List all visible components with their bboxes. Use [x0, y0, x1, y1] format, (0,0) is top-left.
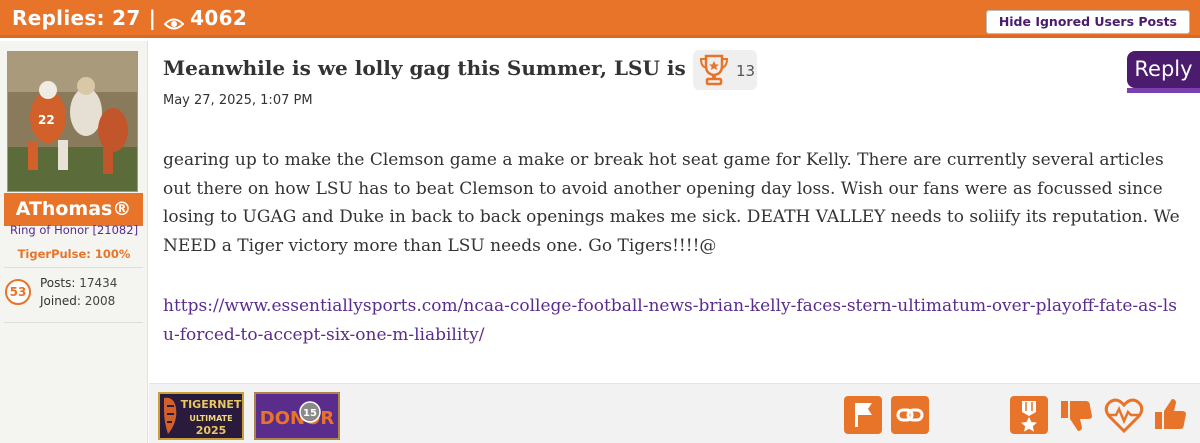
award-medal-button[interactable] — [1006, 392, 1052, 438]
thumbs-down-button[interactable] — [1054, 392, 1100, 438]
eye-icon — [163, 12, 185, 30]
thumbs-up-icon — [1148, 392, 1194, 438]
ultimate-word: ULTIMATE — [189, 414, 232, 423]
posts-count: 17434 — [79, 276, 118, 290]
user-level-badge: 53 — [5, 279, 31, 305]
trophy-count: 13 — [736, 62, 756, 80]
ring-of-honor[interactable]: Ring of Honor [21082] — [0, 223, 148, 237]
user-stats: 53 Posts: 17434 Joined: 2008 — [4, 267, 143, 323]
avatar[interactable]: 22 — [7, 51, 138, 192]
post-body: gearing up to make the Clemson game a ma… — [163, 150, 1180, 256]
tigerpulse-rating: TigerPulse: 100% — [17, 247, 131, 261]
reply-button[interactable]: Reply — [1127, 51, 1200, 88]
thread-header-bar: Replies: 27 | 4062 Hide Ignored Users Po… — [0, 0, 1200, 38]
posts-stat: Posts: 17434 — [40, 276, 117, 290]
report-flag-button[interactable] — [840, 392, 886, 438]
username[interactable]: AThomas® — [4, 193, 143, 226]
replies-count: Replies: 27 — [12, 6, 141, 30]
post-date: May 27, 2025, 1:07 PM — [163, 93, 313, 108]
flag-icon — [840, 392, 886, 438]
link-icon — [887, 392, 933, 438]
heartbeat-icon — [1101, 392, 1147, 438]
posts-label: Posts: — [40, 276, 76, 290]
donor-badge[interactable]: DONOR 15 — [254, 392, 340, 440]
joined-label: Joined: — [40, 294, 81, 308]
tigernet-word: TIGERNET — [181, 398, 242, 411]
view-count: 4062 — [190, 6, 248, 30]
thumbs-down-icon — [1054, 392, 1100, 438]
hide-ignored-users-button[interactable]: Hide Ignored Users Posts — [985, 10, 1190, 34]
joined-year: 2008 — [84, 294, 116, 308]
donor-word: DONOR — [260, 408, 335, 429]
joined-stat: Joined: 2008 — [40, 294, 115, 308]
thread-stats: Replies: 27 | 4062 — [12, 6, 247, 30]
thumbs-up-button[interactable] — [1148, 392, 1194, 438]
trophy-icon — [698, 53, 730, 87]
trophy-award-button[interactable]: 13 — [693, 50, 757, 90]
permalink-button[interactable] — [887, 392, 933, 438]
reply-accent-bar — [1127, 88, 1200, 93]
donor-years: 15 — [303, 408, 317, 419]
heart-rate-button[interactable] — [1101, 392, 1147, 438]
medal-icon — [1006, 392, 1052, 438]
post-external-link[interactable]: https://www.essentiallysports.com/ncaa-c… — [163, 292, 1183, 350]
badge-year: 2025 — [196, 424, 227, 437]
tigernet-ultimate-badge[interactable]: TIGERNET ULTIMATE 2025 — [158, 392, 244, 440]
svg-text:22: 22 — [38, 113, 55, 127]
post-title: Meanwhile is we lolly gag this Summer, L… — [163, 56, 686, 80]
stats-separator: | — [148, 6, 157, 30]
user-info-column: 22 AThomas® Ring of Honor [21082] TigerP… — [0, 41, 148, 443]
